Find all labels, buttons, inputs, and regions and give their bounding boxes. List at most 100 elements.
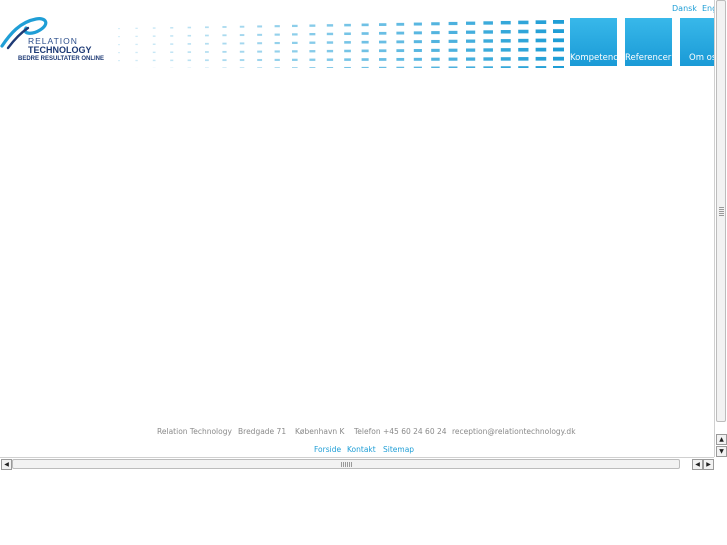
scroll-left-button-2[interactable]: ◀ (692, 459, 703, 470)
header-dot (553, 47, 564, 52)
header-dot (344, 66, 351, 68)
header-dot (431, 31, 440, 35)
header-dot (396, 49, 405, 53)
header-dot (135, 59, 138, 62)
header-dot (413, 22, 422, 26)
header-dot (379, 23, 387, 26)
header-dot (239, 59, 245, 62)
header-dot (257, 67, 263, 68)
footer-link-sitemap[interactable]: Sitemap (383, 445, 414, 454)
header-dot (292, 67, 298, 68)
header-dot (274, 41, 280, 45)
header-dot (326, 41, 334, 44)
nav-kompetencer[interactable]: Kompetencer (570, 18, 617, 66)
header-dot (413, 66, 422, 68)
header-dot (361, 49, 369, 53)
nav-referencer-label: Referencer (625, 53, 672, 63)
footer-company: Relation Technology (157, 427, 232, 436)
header-dot (483, 39, 493, 43)
footer-street: Bredgade 71 (238, 427, 287, 436)
horizontal-grip-icon (341, 462, 353, 467)
header-dot (257, 25, 263, 28)
scroll-right-button[interactable]: ▶ (703, 459, 714, 470)
nav-om-os[interactable]: Om os (680, 18, 714, 66)
header-dot (239, 25, 245, 28)
header-dot (518, 38, 529, 43)
horizontal-scrollbar[interactable]: ◀ ◀ ▶ (0, 457, 714, 470)
header-dot (361, 40, 369, 44)
header-dot (344, 32, 351, 36)
header-dot (152, 51, 156, 54)
header-dot (257, 42, 263, 45)
footer-link-forside[interactable]: Forside (314, 445, 341, 454)
header-dot (292, 58, 298, 61)
header-dot (535, 38, 547, 43)
header-dot (187, 51, 192, 53)
scroll-left-button[interactable]: ◀ (1, 459, 12, 470)
header-dot (379, 66, 387, 68)
header-dot (118, 60, 120, 62)
header-dot (466, 66, 476, 68)
header-dot (448, 21, 458, 26)
header-dot (413, 49, 422, 52)
vertical-scrollbar[interactable]: ▲ ▼ (714, 0, 727, 457)
header-dot (448, 57, 458, 61)
header-dot (431, 22, 440, 26)
header-dot (448, 39, 458, 43)
scroll-up-button[interactable]: ▲ (716, 434, 727, 445)
header-dot (379, 40, 387, 44)
header-dot (553, 38, 564, 43)
header-dot (379, 58, 387, 61)
header-dot (361, 32, 369, 35)
header-dot (309, 41, 316, 44)
header-dot (170, 27, 174, 29)
nav-om-os-label: Om os (689, 53, 714, 63)
footer-city: København K (295, 427, 345, 436)
header-dot (152, 43, 156, 45)
header-dot (152, 59, 156, 62)
language-danish-link[interactable]: Dansk (672, 4, 697, 13)
footer-link-kontakt[interactable]: Kontakt (347, 445, 376, 454)
header-dot (344, 23, 351, 27)
header-dot (448, 66, 458, 68)
header-dot (222, 42, 227, 45)
header-dot (396, 66, 405, 68)
header-dot (239, 50, 245, 53)
header-dot (170, 59, 174, 62)
header-dot (118, 52, 120, 54)
header-dot (500, 48, 511, 52)
header-dot-pattern (118, 20, 564, 68)
header-dot (205, 51, 209, 53)
header-dot (379, 49, 387, 53)
header-dot (535, 56, 547, 61)
header-dot (518, 20, 529, 25)
header-dot (274, 58, 280, 61)
header-dot (466, 30, 476, 34)
header-dot (518, 66, 529, 68)
header-dot (326, 49, 334, 53)
header-dot (152, 27, 156, 29)
scroll-down-button[interactable]: ▼ (716, 446, 727, 457)
header-dot (413, 31, 422, 35)
vertical-scroll-thumb[interactable] (716, 0, 726, 422)
header-dot (466, 39, 476, 43)
nav-referencer[interactable]: Referencer (625, 18, 672, 66)
language-english-link[interactable]: Eng (702, 4, 714, 13)
header-dot (396, 31, 405, 35)
horizontal-scroll-thumb[interactable] (12, 459, 680, 469)
header-dot (222, 50, 227, 53)
header-dot (135, 51, 138, 54)
header-dot (483, 30, 493, 34)
header-dot (518, 29, 529, 34)
header-dot (344, 41, 351, 44)
header-dot (483, 57, 493, 61)
header-dot (553, 29, 564, 33)
header-dot (170, 35, 174, 37)
header-dot (448, 30, 458, 35)
header-dot (309, 67, 316, 68)
header-dot (518, 57, 529, 61)
header-dot (170, 43, 174, 45)
logo[interactable]: RELATION TECHNOLOGY BEDRE RESULTATER ONL… (0, 16, 120, 66)
header-dot (118, 44, 120, 46)
header-dot (309, 58, 316, 61)
